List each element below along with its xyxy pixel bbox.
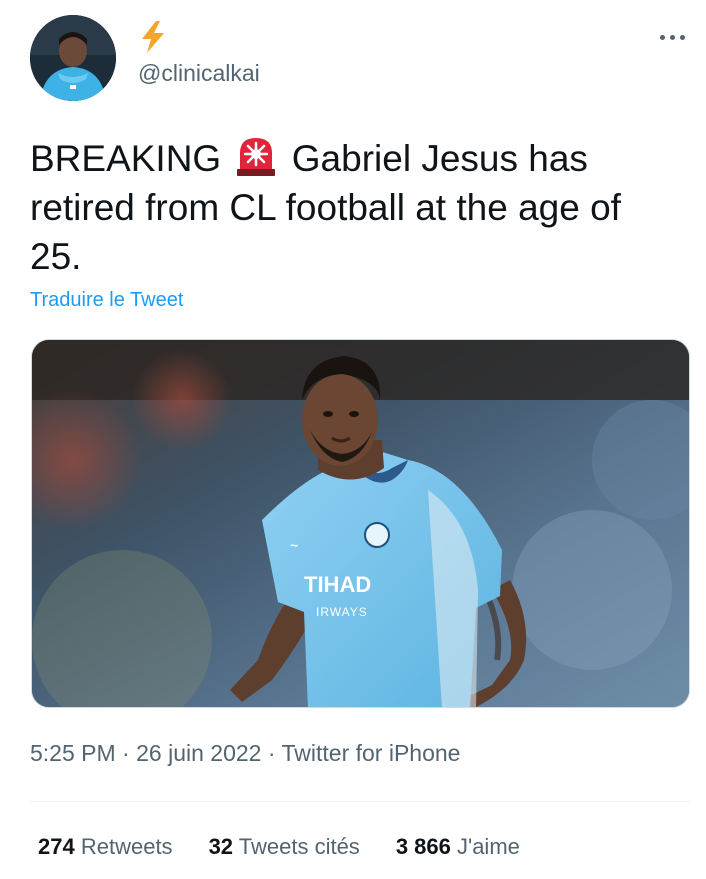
tweet-media-photo[interactable]: TIHAD IRWAYS ~ bbox=[31, 339, 690, 708]
likes-count: 3 866 bbox=[395, 834, 451, 859]
tweet-source-link[interactable]: Twitter for iPhone bbox=[282, 740, 461, 766]
tweet-text: BREAKING Gabriel Jesus has retired from … bbox=[30, 133, 680, 281]
avatar-image bbox=[30, 15, 116, 101]
tweet-meta: 5:25 PM · 26 juin 2022 · Twitter for iPh… bbox=[30, 740, 460, 767]
retweets-count: 274 bbox=[38, 834, 75, 859]
likes-label: J'aime bbox=[457, 834, 520, 859]
meta-separator: · bbox=[267, 740, 276, 766]
police-car-light-icon bbox=[234, 133, 278, 177]
svg-text:~: ~ bbox=[290, 537, 298, 553]
likes-stat[interactable]: 3 866 J'aime bbox=[396, 834, 520, 860]
more-dot-icon bbox=[659, 34, 665, 40]
quotes-count: 32 bbox=[208, 834, 234, 859]
tweet-time-link[interactable]: 5:25 PM bbox=[30, 740, 116, 766]
translate-tweet-link[interactable]: Traduire le Tweet bbox=[30, 289, 183, 312]
quotes-label: Tweets cités bbox=[238, 834, 360, 859]
quote-tweets-stat[interactable]: 32 Tweets cités bbox=[209, 834, 360, 860]
display-name[interactable] bbox=[138, 20, 168, 56]
svg-text:TIHAD: TIHAD bbox=[304, 572, 371, 597]
svg-text:IRWAYS: IRWAYS bbox=[316, 605, 368, 619]
tweet-date-link[interactable]: 26 juin 2022 bbox=[136, 740, 261, 766]
photo-football-player-icon: TIHAD IRWAYS ~ bbox=[32, 340, 689, 707]
meta-separator: · bbox=[122, 740, 130, 766]
author-handle[interactable]: @clinicalkai bbox=[138, 60, 260, 87]
lightning-bolt-icon bbox=[142, 21, 164, 53]
retweets-stat[interactable]: 274 Retweets bbox=[38, 834, 173, 860]
tweet-stats: 274 Retweets 32 Tweets cités 3 866 J'aim… bbox=[38, 834, 520, 860]
avatar[interactable] bbox=[30, 15, 116, 101]
retweets-label: Retweets bbox=[80, 834, 173, 859]
more-dot-icon bbox=[669, 34, 675, 40]
more-dot-icon bbox=[679, 34, 685, 40]
divider bbox=[30, 801, 690, 802]
tweet-text-breaking: BREAKING bbox=[30, 138, 222, 179]
more-options-button[interactable] bbox=[652, 25, 692, 49]
